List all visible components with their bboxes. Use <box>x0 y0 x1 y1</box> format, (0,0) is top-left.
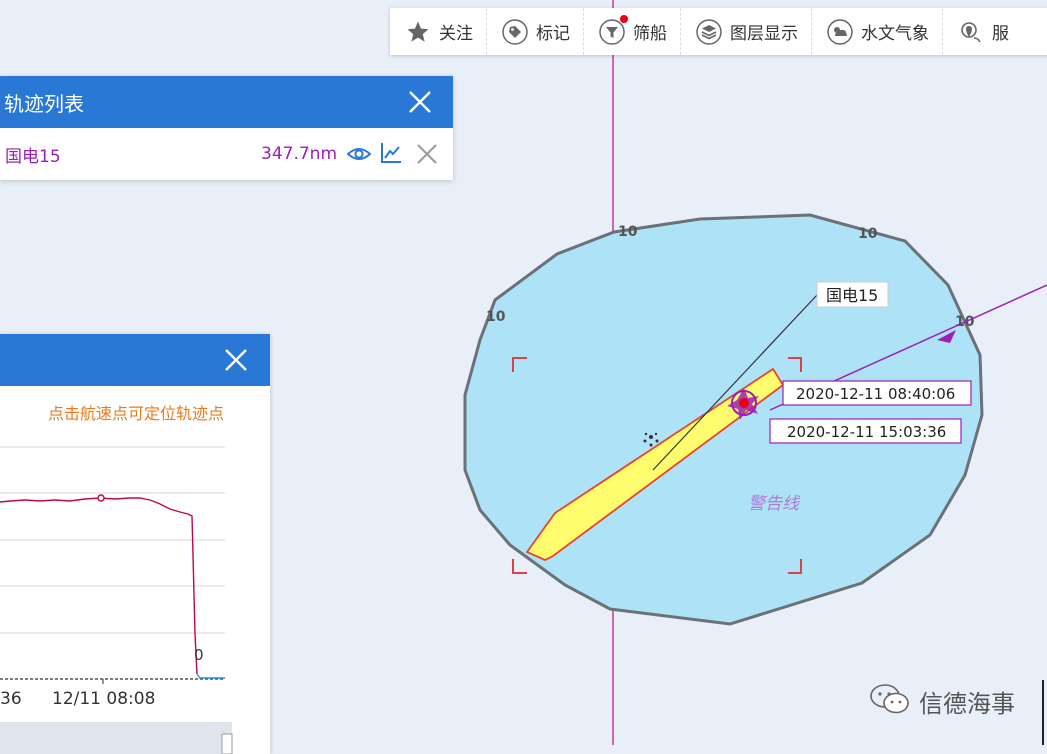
service-label: 服 <box>992 24 1009 44</box>
chart-hint-text: 点击航速点可定位轨迹点 <box>47 404 224 423</box>
end-value-label: 0 <box>194 646 204 664</box>
notification-dot <box>620 15 628 23</box>
mark-label: 标记 <box>536 24 570 44</box>
track-ship-name[interactable]: 国电15 <box>5 142 61 167</box>
depth-label: 10 <box>858 226 878 242</box>
svg-text:2020-12-11 08:40:06: 2020-12-11 08:40:06 <box>796 385 955 403</box>
depth-label: 10 <box>618 224 638 240</box>
track-list-row[interactable]: 国电15 347.7nm <box>0 128 453 180</box>
track-distance: 347.7nm <box>261 144 338 164</box>
speed-chart-panel: 点击航速点可定位轨迹点 0 36 12/11 08:08 <box>0 334 270 754</box>
watermark: 信德海事 <box>869 682 1015 720</box>
weather-button[interactable]: 水文气象 <box>812 8 943 55</box>
x-tick-label: 12/11 08:08 <box>52 689 155 709</box>
filter-ships-label: 筛船 <box>633 24 667 44</box>
map-toolbar: 关注 标记 筛船 图层显示 水文气象 服 <box>390 8 1047 55</box>
warning-line-label: 警告线 <box>748 494 801 514</box>
track-list-panel: 轨迹列表 国电15 347.7nm <box>0 76 453 180</box>
service-icon <box>958 19 984 45</box>
svg-text:2020-12-11 15:03:36: 2020-12-11 15:03:36 <box>787 423 946 441</box>
close-icon[interactable] <box>223 347 249 373</box>
depth-label: 10 <box>486 309 506 325</box>
slider-handle[interactable] <box>221 733 233 754</box>
service-button[interactable]: 服 <box>943 8 1022 55</box>
filter-ships-button[interactable]: 筛船 <box>584 8 681 55</box>
follow-label: 关注 <box>439 24 473 44</box>
follow-button[interactable]: 关注 <box>390 8 487 55</box>
layers-button[interactable]: 图层显示 <box>681 8 812 55</box>
star-icon <box>405 19 431 45</box>
speed-point[interactable] <box>97 494 105 502</box>
eye-icon[interactable] <box>346 144 372 168</box>
close-icon[interactable] <box>407 89 433 115</box>
chart-gridlines <box>0 446 225 634</box>
weather-label: 水文气象 <box>861 24 929 44</box>
svg-text:国电15: 国电15 <box>826 286 878 305</box>
x-tick-label: 36 <box>0 689 22 709</box>
watermark-text: 信德海事 <box>919 689 1015 718</box>
ship-label: 国电15 <box>816 281 889 308</box>
wechat-icon <box>869 682 911 720</box>
speed-tail <box>196 673 225 679</box>
layers-label: 图层显示 <box>730 24 798 44</box>
line-chart-icon[interactable] <box>380 142 402 168</box>
layers-icon <box>696 18 722 45</box>
chart-zoom-slider[interactable] <box>0 722 232 754</box>
tag-icon <box>502 18 528 45</box>
time-label-end: 2020-12-11 15:03:36 <box>769 418 962 444</box>
remove-track-icon[interactable] <box>416 143 438 169</box>
time-label-start: 2020-12-11 08:40:06 <box>782 380 972 406</box>
track-list-header: 轨迹列表 <box>0 76 453 128</box>
weather-icon <box>827 18 853 45</box>
track-list-title: 轨迹列表 <box>4 91 84 116</box>
speed-chart-header <box>0 334 270 386</box>
mark-button[interactable]: 标记 <box>487 8 584 55</box>
speed-chart[interactable]: 0 36 12/11 08:08 <box>0 434 270 754</box>
